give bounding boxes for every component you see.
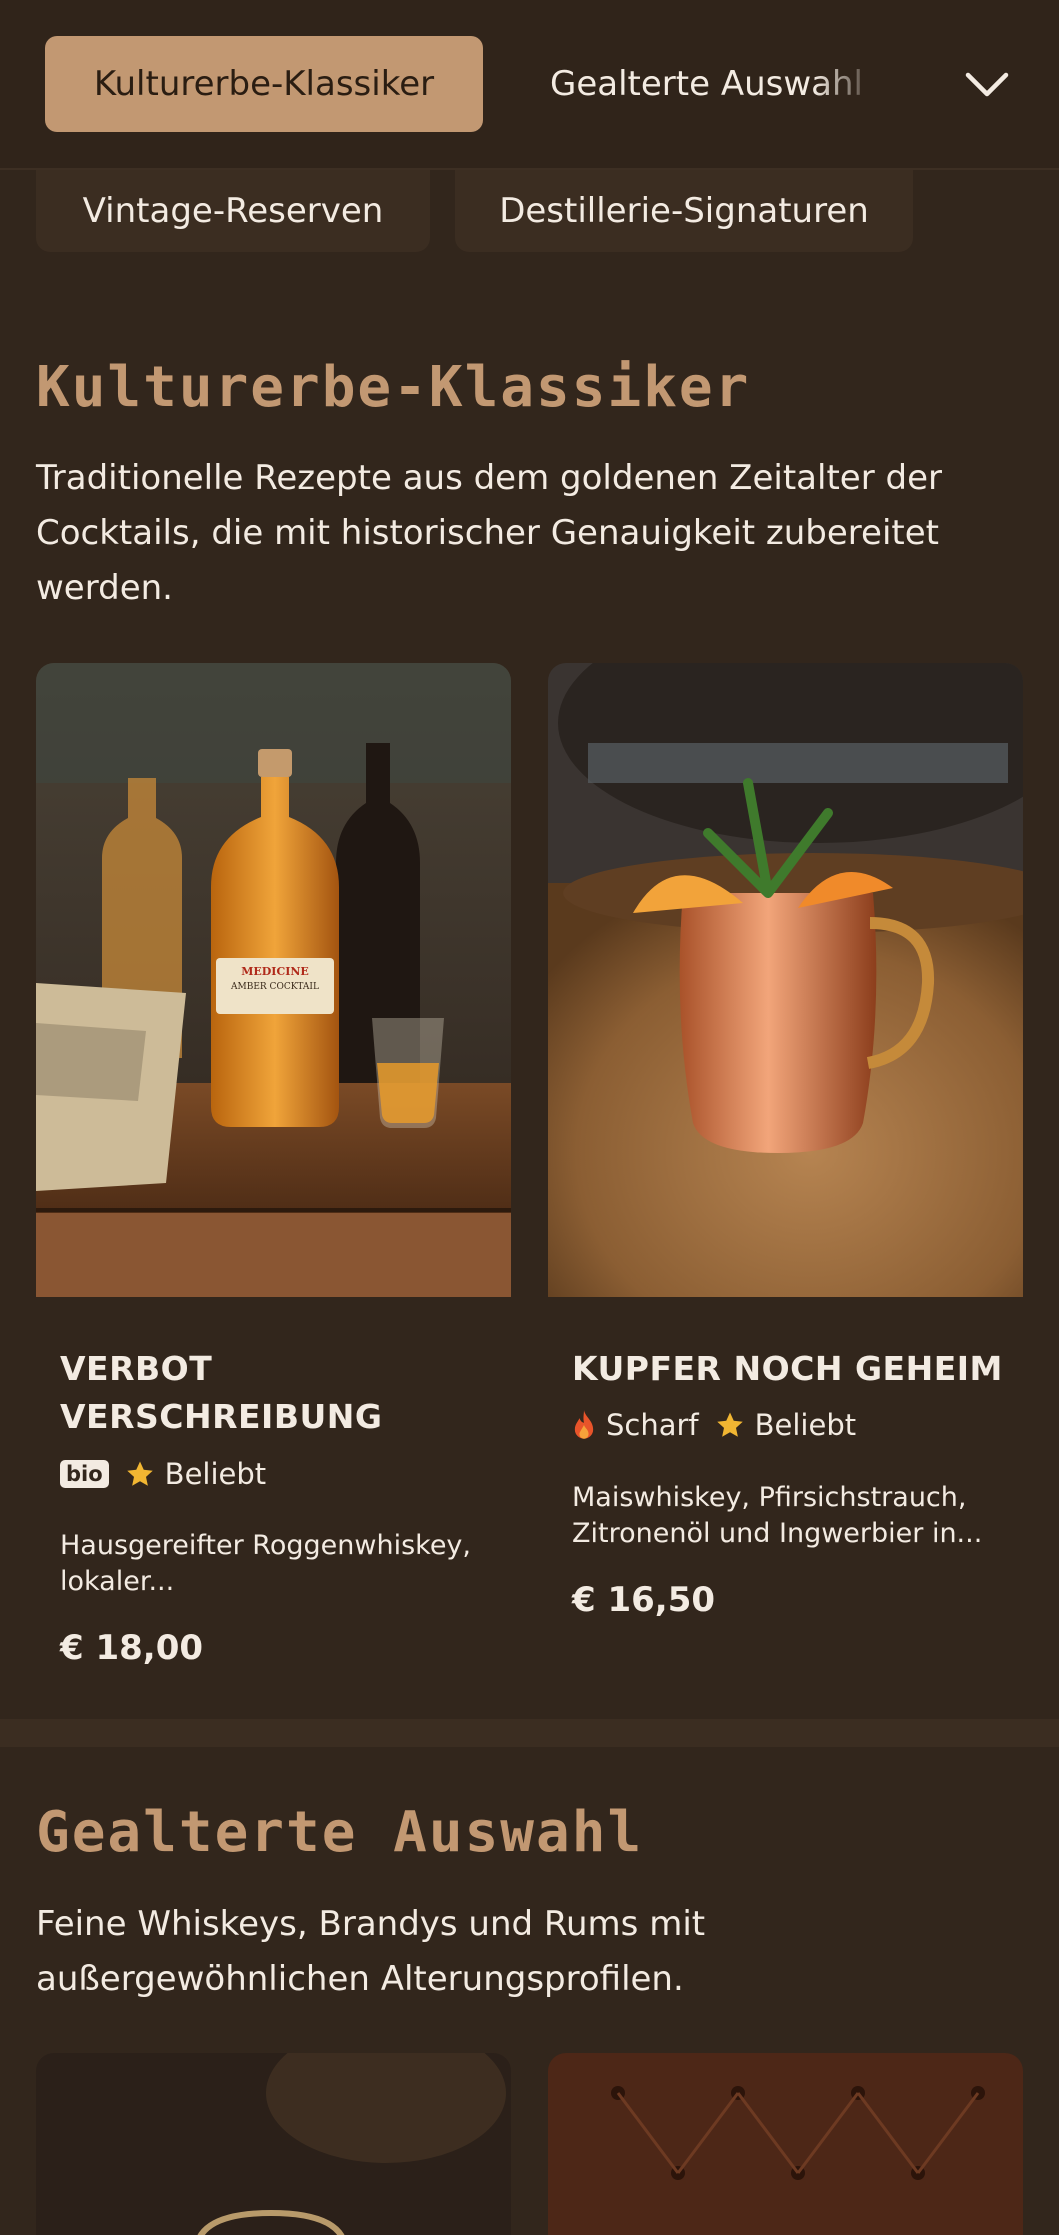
flame-icon bbox=[574, 1410, 594, 1439]
star-icon bbox=[126, 1461, 153, 1486]
item-tags: bio Beliebt bbox=[60, 1457, 266, 1491]
menu-card[interactable]: KUPFER NOCH GEHEIM Scharf Beliebt Maiswh… bbox=[548, 663, 1023, 1643]
section-divider bbox=[0, 1719, 1059, 1747]
section-description: Traditionelle Rezepte aus dem goldenen Z… bbox=[36, 458, 942, 608]
menu-card[interactable]: MEDICINE AMBER COCKTAIL VERBOT VERSCHREI… bbox=[36, 663, 511, 1683]
tag-label: Beliebt bbox=[754, 1408, 857, 1442]
section-title: Kulturerbe-Klassiker bbox=[36, 355, 751, 420]
chevron-down-icon[interactable] bbox=[962, 60, 1012, 110]
menu-card[interactable] bbox=[36, 2053, 511, 2235]
tag-beliebt: Beliebt bbox=[715, 1408, 856, 1442]
tab-destillerie-signaturen[interactable]: Destillerie-Signaturen bbox=[455, 170, 913, 252]
item-name: KUPFER NOCH GEHEIM bbox=[572, 1349, 1003, 1388]
item-price: € 16,50 bbox=[572, 1580, 716, 1620]
star-icon bbox=[716, 1412, 743, 1437]
tag-label: Beliebt bbox=[164, 1457, 267, 1491]
tab-kulturerbe-klassiker[interactable]: Kulturerbe-Klassiker bbox=[45, 36, 483, 132]
drink-photo bbox=[548, 2053, 1023, 2235]
item-tags: Scharf Beliebt bbox=[572, 1408, 856, 1442]
category-nav: Kulturerbe-Klassiker Gealterte Auswahl bbox=[0, 0, 1059, 170]
item-name: VERBOT VERSCHREIBUNG bbox=[60, 1349, 383, 1436]
drink-photo bbox=[36, 2053, 511, 2235]
tag-label: Scharf bbox=[606, 1408, 699, 1442]
bottle-label-line-1: MEDICINE bbox=[241, 965, 309, 978]
menu-card[interactable] bbox=[548, 2053, 1023, 2235]
bio-badge: bio bbox=[60, 1460, 109, 1488]
section-title: Gealterte Auswahl bbox=[36, 1800, 644, 1865]
item-description: Maiswhiskey, Pfirsichstrauch, Zitronenöl… bbox=[572, 1482, 983, 1549]
tab-vintage-reserven[interactable]: Vintage-Reserven bbox=[36, 170, 430, 252]
tag-scharf: Scharf bbox=[572, 1408, 699, 1442]
section-description: Feine Whiskeys, Brandys und Rums mit auß… bbox=[36, 1904, 706, 1999]
item-description: Hausgereifter Roggenwhiskey, lokaler... bbox=[60, 1530, 471, 1597]
tab-gealterte-auswahl[interactable]: Gealterte Auswahl bbox=[550, 36, 880, 132]
tag-beliebt: Beliebt bbox=[125, 1457, 266, 1491]
bottle-label-line-2: AMBER COCKTAIL bbox=[230, 982, 319, 992]
drink-photo: MEDICINE AMBER COCKTAIL bbox=[36, 663, 511, 1297]
item-price: € 18,00 bbox=[60, 1628, 204, 1668]
drink-photo bbox=[548, 663, 1023, 1297]
